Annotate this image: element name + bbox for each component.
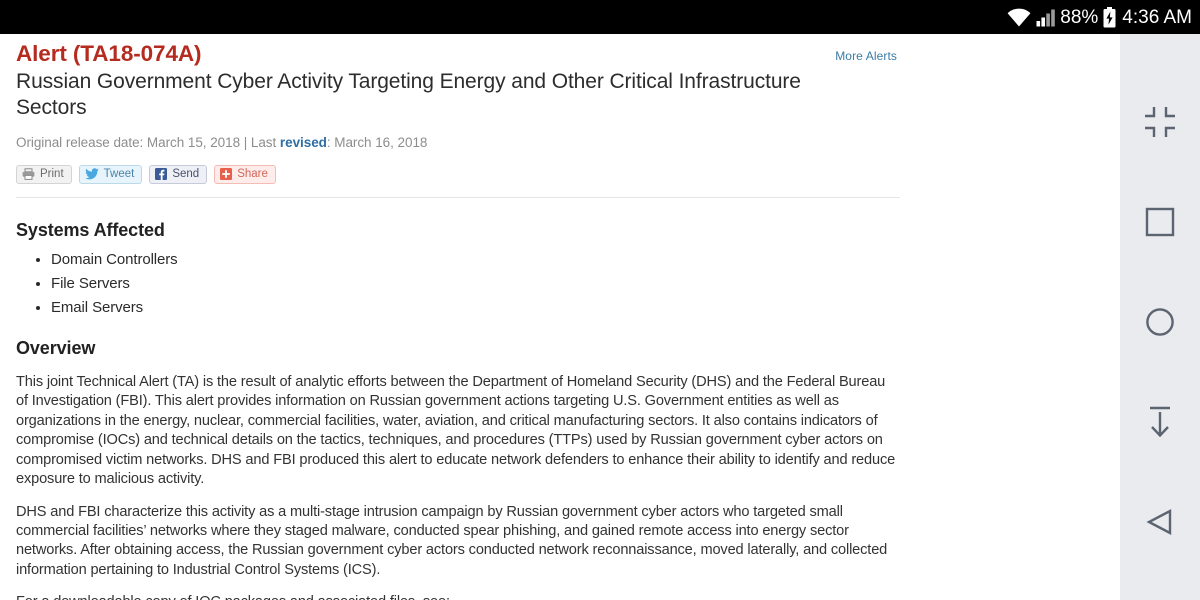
triangle-back-icon xyxy=(1145,507,1175,537)
recents-button[interactable] xyxy=(1120,172,1200,272)
revised-link[interactable]: revised xyxy=(280,135,327,150)
android-navigation-bar xyxy=(1120,34,1200,600)
release-date-line: Original release date: March 15, 2018 | … xyxy=(16,134,1104,152)
collapse-inward-button[interactable] xyxy=(1120,72,1200,172)
twitter-bird-icon xyxy=(84,168,99,180)
device-screen: 88% 4:36 AM More Alerts Alert (TA18-074A… xyxy=(0,0,1200,600)
list-item: Email Servers xyxy=(51,296,1104,320)
list-item: File Servers xyxy=(51,272,1104,296)
release-date-prefix: Original release date: March 15, 2018 | … xyxy=(16,135,280,151)
tweet-button[interactable]: Tweet xyxy=(78,164,143,184)
cellular-signal-icon xyxy=(1036,8,1056,27)
body-row: More Alerts Alert (TA18-074A) Russian Go… xyxy=(0,34,1200,600)
battery-charging-icon xyxy=(1103,6,1116,28)
battery-percent-text: 88% xyxy=(1060,6,1099,28)
overview-heading: Overview xyxy=(16,338,96,359)
overview-paragraph-1: This joint Technical Alert (TA) is the r… xyxy=(16,374,896,488)
facebook-icon xyxy=(155,168,168,181)
more-alerts-link[interactable]: More Alerts xyxy=(835,49,897,63)
printer-icon xyxy=(22,168,35,181)
hide-navbar-button[interactable] xyxy=(1120,372,1200,472)
print-button[interactable]: Print xyxy=(16,164,72,184)
page-title: Russian Government Cyber Activity Target… xyxy=(16,70,801,119)
list-item: Domain Controllers xyxy=(51,248,1104,272)
status-indicators: 88% 4:36 AM xyxy=(1007,6,1192,28)
release-date-suffix: : March 16, 2018 xyxy=(326,135,428,151)
alert-id-heading: Alert (TA18-074A) xyxy=(16,41,202,66)
overview-paragraph-3: For a downloadable copy of IOC packages … xyxy=(16,593,900,600)
wifi-icon xyxy=(1007,8,1031,27)
collapse-inward-icon xyxy=(1143,105,1177,139)
share-button[interactable]: Share xyxy=(214,164,276,184)
send-button-label: Send xyxy=(172,167,200,180)
systems-affected-heading: Systems Affected xyxy=(16,219,165,240)
web-content-area[interactable]: More Alerts Alert (TA18-074A) Russian Go… xyxy=(0,34,1120,600)
status-clock: 4:36 AM xyxy=(1122,6,1192,28)
plus-share-icon xyxy=(220,168,233,181)
home-button[interactable] xyxy=(1120,272,1200,372)
arrow-down-bar-icon xyxy=(1144,405,1176,439)
android-status-bar: 88% 4:36 AM xyxy=(0,0,1200,34)
article-container: More Alerts Alert (TA18-074A) Russian Go… xyxy=(0,34,1120,600)
section-divider xyxy=(16,196,900,198)
share-button-label: Share xyxy=(237,167,268,180)
tweet-button-label: Tweet xyxy=(103,167,135,180)
systems-affected-list: Domain Controllers File Servers Email Se… xyxy=(16,248,1104,320)
print-button-label: Print xyxy=(40,167,64,180)
circle-home-icon xyxy=(1145,307,1175,337)
overview-paragraph-2: DHS and FBI characterize this activity a… xyxy=(16,503,888,578)
alert-header: More Alerts Alert (TA18-074A) Russian Go… xyxy=(16,40,1104,120)
facebook-send-button[interactable]: Send xyxy=(149,164,208,184)
back-button[interactable] xyxy=(1120,472,1200,572)
square-recents-icon xyxy=(1145,207,1175,237)
share-button-bar: Print Tweet Send Share xyxy=(16,164,1104,184)
